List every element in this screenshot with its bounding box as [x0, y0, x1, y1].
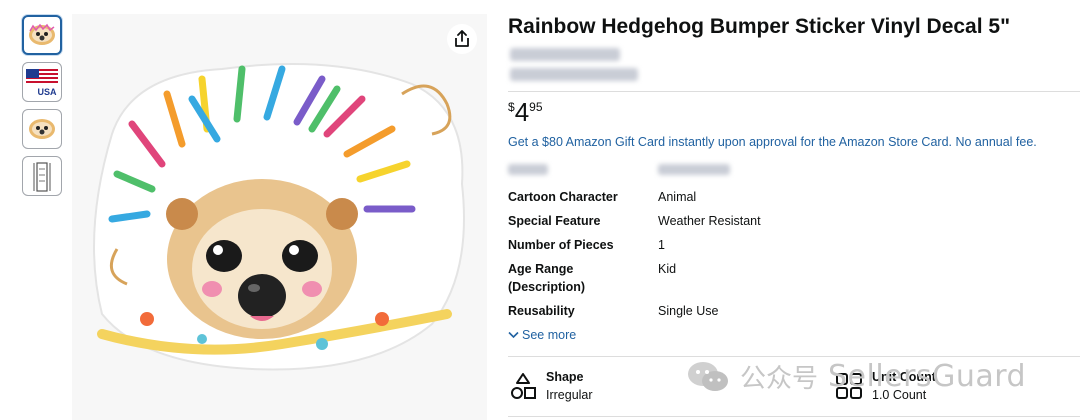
spec-key: Number of Pieces [508, 238, 614, 252]
brand-label-redacted [508, 164, 548, 175]
usa-label: USA [37, 87, 57, 97]
thumbnail-hedgehog-2[interactable] [22, 109, 62, 149]
main-product-image[interactable] [72, 14, 487, 420]
watermark-en: SellersGuard [828, 359, 1027, 394]
wechat-icon [688, 361, 728, 391]
thumbnail-usa[interactable]: USA [22, 62, 62, 102]
spec-value: Single Use [658, 304, 719, 318]
share-button[interactable] [447, 24, 477, 54]
divider [508, 416, 1080, 417]
spec-value: 1 [658, 238, 665, 252]
spec-key: Cartoon Character [508, 190, 618, 204]
spec-value: Animal [658, 190, 697, 204]
divider [508, 91, 1080, 92]
price-symbol: $ [508, 100, 515, 114]
divider [508, 356, 1080, 357]
brand-value-redacted [658, 164, 730, 175]
spec-row: Age Range (Description) Kid [508, 260, 928, 296]
spec-key: Reusability [508, 304, 575, 318]
shapes-icon [511, 373, 536, 399]
hedgehog-thumb-icon [29, 119, 55, 139]
price-fraction: 95 [529, 100, 543, 114]
spec-row: Number of Pieces 1 [508, 236, 928, 254]
price: $ 4 95 [508, 98, 543, 126]
share-icon [455, 30, 469, 47]
see-more-label: See more [522, 328, 577, 342]
feature-title: Shape [546, 370, 584, 384]
hedgehog-thumb-icon [29, 23, 55, 45]
spec-row: Cartoon Character Animal [508, 188, 928, 206]
spec-value: Weather Resistant [658, 214, 761, 228]
spec-table: Cartoon Character Animal Special Feature… [508, 162, 928, 326]
product-title: Rainbow Hedgehog Bumper Sticker Vinyl De… [508, 15, 1011, 38]
spec-key: Age Range (Description) [508, 262, 586, 294]
spec-key: Special Feature [508, 214, 601, 228]
store-link-redacted[interactable] [510, 48, 620, 61]
spec-row: Reusability Single Use [508, 302, 928, 320]
feature-shape: Shape Irregular [508, 368, 593, 404]
watermark: 公众号 SellersGuard [686, 358, 1026, 395]
watermark-cn: 公众号 [740, 364, 819, 394]
spec-row: Special Feature Weather Resistant [508, 212, 928, 230]
feature-value: Irregular [546, 388, 593, 402]
spec-row-brand-redacted [508, 162, 928, 180]
thumbnail-strip: USA [22, 15, 64, 203]
spec-value: Kid [658, 262, 677, 276]
store-card-promo-link[interactable]: Get a $80 Amazon Gift Card instantly upo… [508, 135, 1037, 149]
see-more-link[interactable]: See more [508, 328, 576, 342]
product-details-panel: Rainbow Hedgehog Bumper Sticker Vinyl De… [508, 12, 1080, 417]
hedgehog-sticker-image [93, 63, 465, 371]
ratings-redacted[interactable] [510, 68, 638, 81]
thumbnail-sizing[interactable] [22, 156, 62, 196]
price-whole: 4 [514, 97, 530, 127]
sizing-thumb-icon [33, 162, 51, 192]
chevron-down-icon [508, 331, 519, 339]
thumbnail-hedgehog-1[interactable] [22, 15, 62, 55]
